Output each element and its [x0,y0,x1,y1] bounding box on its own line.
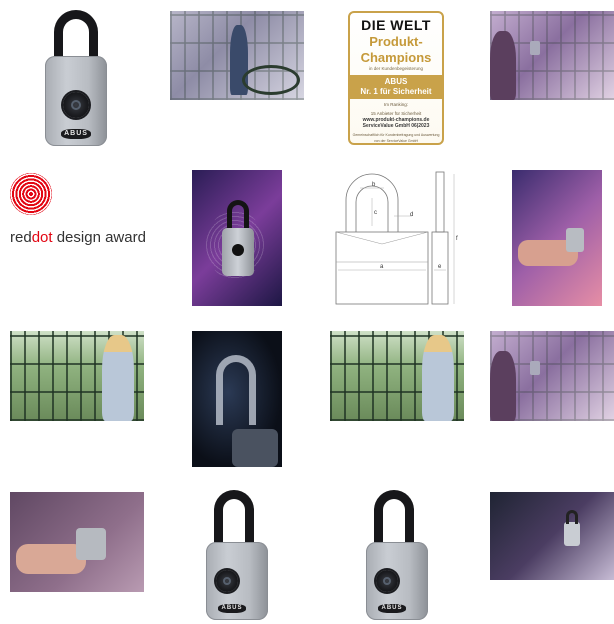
reddot-icon [10,173,52,215]
award-fineprint: Gemeinschaftlich für Kundenbefragung und… [352,133,440,143]
reddot-red: red [10,229,32,246]
padlock-body-angle-1: ABUS [206,542,268,620]
drawing-body-detail [335,231,429,263]
brand-logo-angle-1: ABUS [218,604,246,613]
fingerprint-sensor-angle-1-icon [216,570,238,592]
padlock-icon-2 [530,361,540,375]
dim-label-f: f [456,236,458,242]
reddot-label: reddot design award [10,229,146,246]
reddot-dot: dot [31,229,53,246]
photo-padlock-fingerprint [192,170,282,306]
award-title-1: Produkt- [369,34,423,49]
padlock-icon [530,41,540,55]
drawing-side-shackle [435,171,445,233]
award-header: DIE WELT [361,17,431,33]
gallery-thumb-fence-woman-1[interactable] [10,331,144,421]
fingerprint-sensor-small-icon [232,244,244,256]
award-brand: ABUS [384,77,408,86]
photo-bike-rack-lock-2 [490,331,614,421]
photo-padlock-dark [192,331,282,467]
gallery-thumb-padlock-front[interactable]: ABUS [40,10,112,148]
padlock-body-angle-2: ABUS [366,542,428,620]
gallery-thumb-bike-rack-purple-2[interactable] [490,331,614,421]
gallery-thumb-bike-rack-purple[interactable] [490,11,614,100]
gallery-thumb-padlock-fingerprint-bg[interactable] [192,170,282,306]
dim-label-a: a [380,264,384,270]
gallery-thumb-padlock-angle-1[interactable]: ABUS [200,490,274,622]
bicycle-icon [242,65,300,95]
padlock-body: ABUS [45,56,107,146]
padlock-wall-icon [76,528,106,560]
dim-label-b: b [372,182,376,188]
padlock-shackle-angle-2 [374,490,414,550]
photo-hand-holding-lock [512,170,602,306]
gallery-thumb-street-lock[interactable] [490,492,614,580]
reddot-rest: design award [52,229,146,246]
photo-woman-at-fence [10,331,144,421]
night-shackle-icon [216,355,256,425]
photo-man-with-bike [170,11,304,100]
brand-logo: ABUS [61,129,91,139]
award-issuer: ServiceValue GmbH 06|2023 [362,123,430,129]
gallery-thumb-hand-lock-wall[interactable] [10,492,144,592]
technical-dimension-drawing[interactable]: a b c d e f [332,170,464,308]
street-shackle-icon [566,510,578,524]
padlock-shackle-angle-1 [214,490,254,550]
padlock-in-hand-icon [566,228,584,252]
award-badge-produkt-champions[interactable]: DIE WELT Produkt- Champions in der Kunde… [348,11,444,145]
fingerprint-sensor-angle-2-icon [376,570,398,592]
night-body-icon [232,429,278,467]
dimension-lines [338,174,455,304]
dim-label-e: e [438,264,442,270]
product-image-gallery: ABUS DIE WELT Produkt- Champions in der … [0,0,614,624]
dim-label-d: d [410,212,413,218]
dim-label-c: c [374,210,377,216]
gallery-thumb-hand-purple[interactable] [512,170,602,306]
street-padlock-icon [564,522,580,546]
gallery-thumb-garage-bike[interactable] [170,11,304,100]
woman-figure [102,335,134,421]
person-silhouette-2 [490,351,516,421]
photo-lock-on-wall-night [490,492,614,580]
gallery-thumb-padlock-angle-2[interactable]: ABUS [360,490,434,622]
gallery-thumb-fence-woman-2[interactable] [330,331,464,421]
person-silhouette [490,31,516,100]
gallery-thumb-night-padlock[interactable] [192,331,282,467]
photo-hand-unlocking [10,492,144,592]
woman-figure-2 [422,335,454,421]
fingerprint-sensor-icon [63,92,89,118]
award-rank: Nr. 1 für Sicherheit [360,87,432,96]
photo-woman-at-fence-2 [330,331,464,421]
brand-logo-angle-2: ABUS [378,604,406,613]
award-ribbon: ABUS Nr. 1 für Sicherheit [350,75,442,99]
padlock-body-small [222,228,254,276]
photo-bike-rack-lock [490,11,614,100]
award-subtitle: in der Kundenbegeisterung [368,66,424,71]
award-title-2: Champions [360,50,432,65]
award-ranking-1: Im Ranking: [383,102,408,107]
